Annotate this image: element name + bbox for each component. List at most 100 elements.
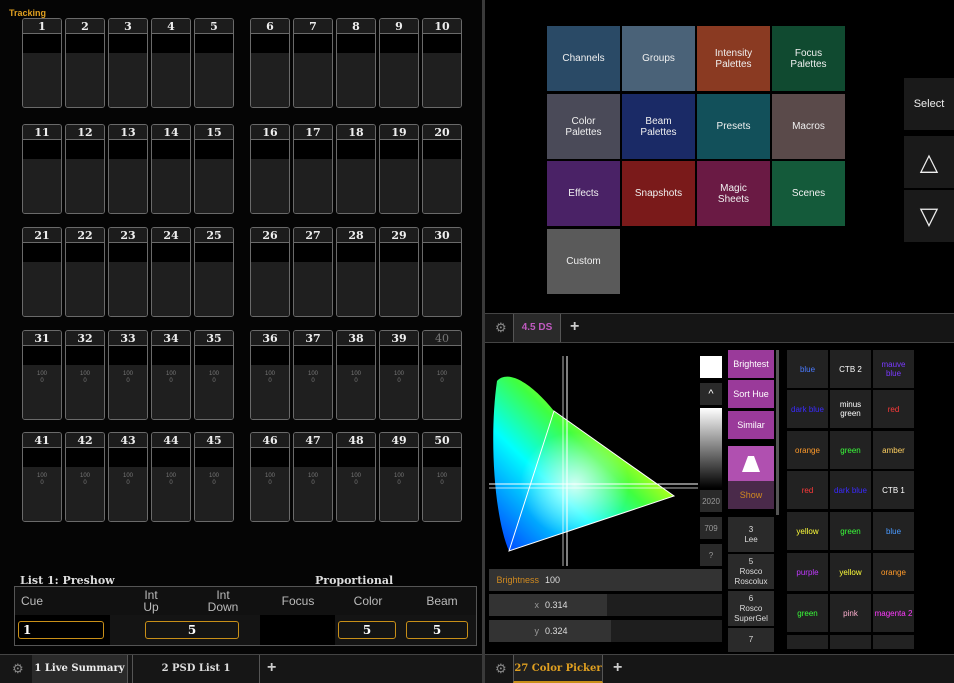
add-tab-icon[interactable]: +: [267, 655, 276, 681]
palette-tile[interactable]: Effects: [547, 161, 620, 226]
gel-book-item[interactable]: 7: [728, 628, 774, 652]
channel-cell[interactable]: 25: [194, 227, 234, 317]
channel-cell[interactable]: 34 100 0: [151, 330, 191, 420]
color-swatch[interactable]: pink: [830, 594, 871, 632]
channel-cell[interactable]: 33 100 0: [108, 330, 148, 420]
gamut-button[interactable]: ?: [700, 544, 722, 566]
channel-cell[interactable]: 14: [151, 124, 191, 214]
palette-tile[interactable]: Color Palettes: [547, 94, 620, 159]
gear-icon[interactable]: ⚙: [12, 655, 24, 682]
channel-cell[interactable]: 1: [22, 18, 62, 108]
channel-cell[interactable]: 40 100 0: [422, 330, 462, 420]
color-swatch[interactable]: purple: [787, 553, 828, 591]
beam-shape-icon[interactable]: [728, 446, 774, 482]
add-tab-icon[interactable]: +: [613, 655, 622, 681]
color-swatch[interactable]: minus green: [830, 390, 871, 428]
channel-cell[interactable]: 17: [293, 124, 333, 214]
channel-cell[interactable]: 4: [151, 18, 191, 108]
channel-cell[interactable]: 46 100 0: [250, 432, 290, 522]
channel-cell[interactable]: 32 100 0: [65, 330, 105, 420]
up-chevron-icon[interactable]: ^: [700, 383, 722, 405]
color-swatch[interactable]: red: [787, 471, 828, 509]
channel-cell[interactable]: 37 100 0: [293, 330, 333, 420]
color-swatch[interactable]: green: [787, 594, 828, 632]
channel-cell[interactable]: 16: [250, 124, 290, 214]
channel-cell[interactable]: 50 100 0: [422, 432, 462, 522]
down-arrow-icon[interactable]: ▽: [904, 190, 954, 242]
color-swatch[interactable]: [873, 635, 914, 649]
cue-field[interactable]: 1: [18, 621, 104, 639]
color-swatch[interactable]: dark blue: [830, 471, 871, 509]
mode-button[interactable]: Sort Hue: [728, 380, 774, 408]
color-swatch[interactable]: blue: [873, 512, 914, 550]
channel-cell[interactable]: 23: [108, 227, 148, 317]
tab-gel-book[interactable]: 4.5 DS: [513, 314, 561, 342]
color-swatch[interactable]: dark blue: [787, 390, 828, 428]
channel-cell[interactable]: 8: [336, 18, 376, 108]
tab-live-summary[interactable]: 1 Live Summary: [32, 655, 128, 683]
channel-cell[interactable]: 42 100 0: [65, 432, 105, 522]
channel-cell[interactable]: 11: [22, 124, 62, 214]
palette-tile[interactable]: Intensity Palettes: [697, 26, 770, 91]
gear-icon[interactable]: ⚙: [495, 655, 507, 682]
color-swatch[interactable]: yellow: [830, 553, 871, 591]
channel-cell[interactable]: 5: [194, 18, 234, 108]
channel-cell[interactable]: 49 100 0: [379, 432, 419, 522]
palette-tile[interactable]: Channels: [547, 26, 620, 91]
mode-button[interactable]: Show: [728, 481, 774, 509]
x-slider[interactable]: x 0.314: [489, 594, 722, 616]
brightness-slider[interactable]: Brightness 100: [489, 569, 722, 591]
channel-cell[interactable]: 36 100 0: [250, 330, 290, 420]
color-swatch[interactable]: CTB 2: [830, 350, 871, 388]
color-swatch[interactable]: mauve blue: [873, 350, 914, 388]
channel-cell[interactable]: 15: [194, 124, 234, 214]
book-scrollbar[interactable]: [776, 350, 779, 515]
beam-time-field[interactable]: 5: [406, 621, 468, 639]
color-swatch[interactable]: [787, 635, 828, 649]
color-swatch[interactable]: yellow: [787, 512, 828, 550]
color-swatch[interactable]: amber: [873, 431, 914, 469]
color-swatch[interactable]: green: [830, 512, 871, 550]
palette-tile[interactable]: Beam Palettes: [622, 94, 695, 159]
gamut-button[interactable]: 709: [700, 517, 722, 539]
channel-cell[interactable]: 28: [336, 227, 376, 317]
color-gamut-picker[interactable]: [489, 356, 698, 566]
channel-cell[interactable]: 39 100 0: [379, 330, 419, 420]
channel-cell[interactable]: 38 100 0: [336, 330, 376, 420]
palette-tile[interactable]: Macros: [772, 94, 845, 159]
palette-tile[interactable]: Magic Sheets: [697, 161, 770, 226]
palette-tile[interactable]: Focus Palettes: [772, 26, 845, 91]
channel-cell[interactable]: 19: [379, 124, 419, 214]
color-swatch[interactable]: red: [873, 390, 914, 428]
channel-cell[interactable]: 27: [293, 227, 333, 317]
color-swatch[interactable]: green: [830, 431, 871, 469]
channel-cell[interactable]: 45 100 0: [194, 432, 234, 522]
y-slider[interactable]: y 0.324: [489, 620, 722, 642]
gear-icon[interactable]: ⚙: [495, 314, 507, 341]
palette-tile[interactable]: Snapshots: [622, 161, 695, 226]
channel-cell[interactable]: 2: [65, 18, 105, 108]
select-button[interactable]: Select: [904, 78, 954, 130]
channel-cell[interactable]: 3: [108, 18, 148, 108]
palette-tile[interactable]: Groups: [622, 26, 695, 91]
tab-color-picker[interactable]: 27 Color Picker: [513, 655, 603, 683]
tab-psd-list[interactable]: 2 PSD List 1 "Preshow": [132, 655, 260, 683]
channel-cell[interactable]: 6: [250, 18, 290, 108]
color-swatch[interactable]: orange: [787, 431, 828, 469]
color-swatch[interactable]: magenta 2: [873, 594, 914, 632]
color-swatch[interactable]: [830, 635, 871, 649]
channel-cell[interactable]: 21: [22, 227, 62, 317]
channel-cell[interactable]: 10: [422, 18, 462, 108]
gel-book-item[interactable]: 3 Lee: [728, 517, 774, 552]
palette-tile[interactable]: Presets: [697, 94, 770, 159]
channel-cell[interactable]: 26: [250, 227, 290, 317]
color-swatch[interactable]: blue: [787, 350, 828, 388]
channel-cell[interactable]: 31 100 0: [22, 330, 62, 420]
mode-button[interactable]: Brightest: [728, 350, 774, 378]
gel-book-item[interactable]: 5 Rosco Roscolux: [728, 554, 774, 589]
color-swatch[interactable]: orange: [873, 553, 914, 591]
brightness-strip[interactable]: [700, 408, 722, 488]
channel-cell[interactable]: 43 100 0: [108, 432, 148, 522]
up-arrow-icon[interactable]: △: [904, 136, 954, 188]
gamut-button[interactable]: 2020: [700, 490, 722, 512]
